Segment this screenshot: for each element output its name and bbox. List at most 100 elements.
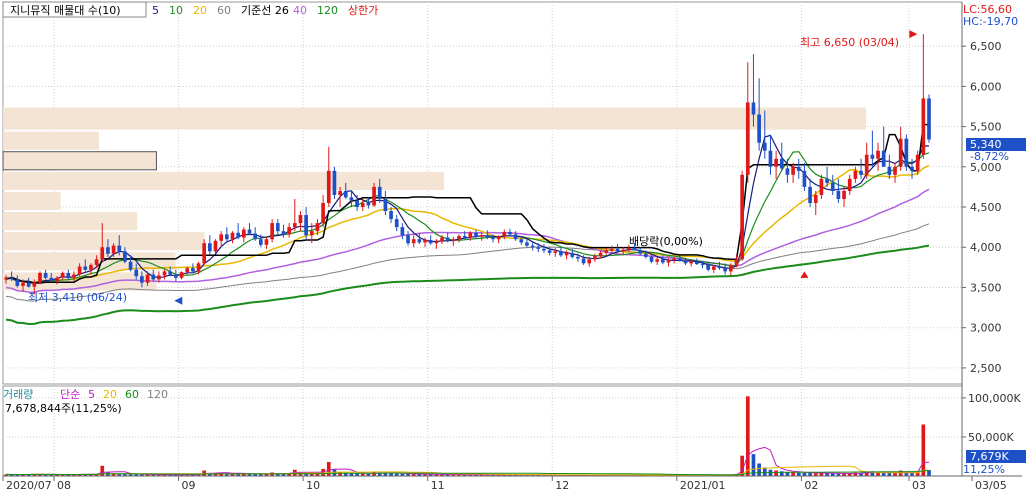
candle-body [491, 237, 495, 240]
current-change: -8,72% [970, 150, 1009, 163]
volume-legend-type: 단순 [60, 388, 80, 401]
candle-body [94, 259, 99, 265]
candle-body [66, 272, 71, 278]
candle-body [734, 259, 739, 265]
x-tick-label: 12 [555, 479, 569, 492]
candle-body [202, 243, 207, 264]
current-volume-value: 7,679K [970, 450, 1009, 463]
candle-body [377, 186, 382, 199]
candle-body [434, 241, 439, 244]
candle-body [383, 198, 388, 212]
ma-legend-item: 20 [193, 4, 207, 17]
candle-body [496, 235, 501, 240]
candle-body [298, 215, 303, 224]
candle-body [904, 138, 909, 167]
candle-body [536, 247, 541, 249]
candle-body [655, 259, 660, 262]
ma-legend-item: 40 [293, 4, 307, 17]
candle-body [757, 114, 761, 143]
candle-body [423, 240, 427, 243]
candle-body [576, 256, 580, 259]
candle-body [123, 251, 127, 262]
candle-body [55, 277, 59, 282]
candle-body [208, 243, 212, 252]
volume-legend-period: 120 [147, 388, 168, 401]
candle-body [587, 259, 592, 264]
volume-profile-bar [3, 107, 867, 130]
candle-body [723, 268, 727, 272]
volume-bar [774, 470, 778, 476]
candle-body [315, 223, 320, 232]
candle-body [168, 271, 173, 275]
candle-body [774, 158, 778, 167]
candle-body [151, 274, 156, 280]
candle-body [417, 239, 422, 243]
candle-body [406, 235, 410, 244]
candle-body [842, 190, 846, 199]
candle-body [830, 182, 835, 191]
candle-body [366, 203, 371, 206]
candle-body [258, 239, 263, 245]
candle-body [145, 274, 150, 283]
volume-bar [791, 472, 795, 476]
candle-body [593, 256, 597, 260]
candle-body [887, 166, 892, 175]
candle-body [457, 235, 461, 240]
candle-body [706, 264, 710, 270]
ma-legend-item: 기준선 26 [241, 4, 289, 17]
candle-body [60, 272, 65, 278]
candle-body [400, 227, 405, 236]
volume-bar [921, 424, 926, 476]
candle-body [638, 250, 643, 254]
x-tick-label: 2020/07 [6, 479, 52, 492]
x-tick-label: 03 [912, 479, 926, 492]
candle-body [813, 194, 818, 203]
candle-body [921, 98, 926, 155]
candle-body [604, 250, 609, 253]
candle-body [343, 190, 348, 198]
price-tick-label: 3,500 [970, 281, 1002, 294]
candle-body [474, 232, 478, 237]
candle-body [270, 223, 274, 240]
candle-body [77, 266, 82, 275]
candle-body [281, 231, 286, 235]
dividend-annotation: 배당락(0,00%) [629, 235, 703, 248]
volume-tick-label: 50,000K [968, 431, 1014, 444]
ma-legend-item: 상한가 [348, 4, 378, 17]
candle-body [360, 203, 365, 208]
candle-body [564, 252, 569, 256]
price-tick-label: 3,000 [970, 322, 1002, 335]
price-tick-label: 6,500 [970, 40, 1002, 53]
candle-body [876, 150, 880, 159]
candle-body [275, 223, 280, 232]
candle-body [394, 219, 399, 228]
candle-body [179, 272, 184, 278]
candle-body [627, 248, 631, 250]
candle-body [191, 268, 195, 272]
stock-chart: 6,5006,0005,5005,0004,5004,0003,5003,000… [0, 0, 1028, 496]
candle-body [694, 261, 699, 265]
candle-body [9, 277, 14, 280]
candle-body [519, 239, 524, 243]
volume-bar [757, 463, 761, 476]
candle-body [847, 178, 852, 191]
volume-profile-bar [3, 191, 61, 211]
candle-body [292, 223, 297, 228]
candle-body [717, 266, 722, 269]
candle-body [247, 229, 252, 234]
limit-hc: HC:-19,70 [963, 15, 1018, 28]
candle-body [332, 170, 337, 195]
candle-body [615, 248, 620, 252]
candle-body [462, 235, 467, 238]
candle-body [89, 264, 93, 270]
price-tick-label: 6,000 [970, 80, 1002, 93]
candle-body [162, 271, 167, 276]
candle-body [411, 239, 416, 244]
candle-body [700, 264, 705, 266]
x-tick-label: 08 [57, 479, 71, 492]
candle-body [927, 98, 931, 140]
candle-body [711, 266, 716, 270]
volume-profile-bar [2, 151, 157, 171]
candle-body [241, 229, 246, 238]
candle-body [100, 247, 105, 260]
